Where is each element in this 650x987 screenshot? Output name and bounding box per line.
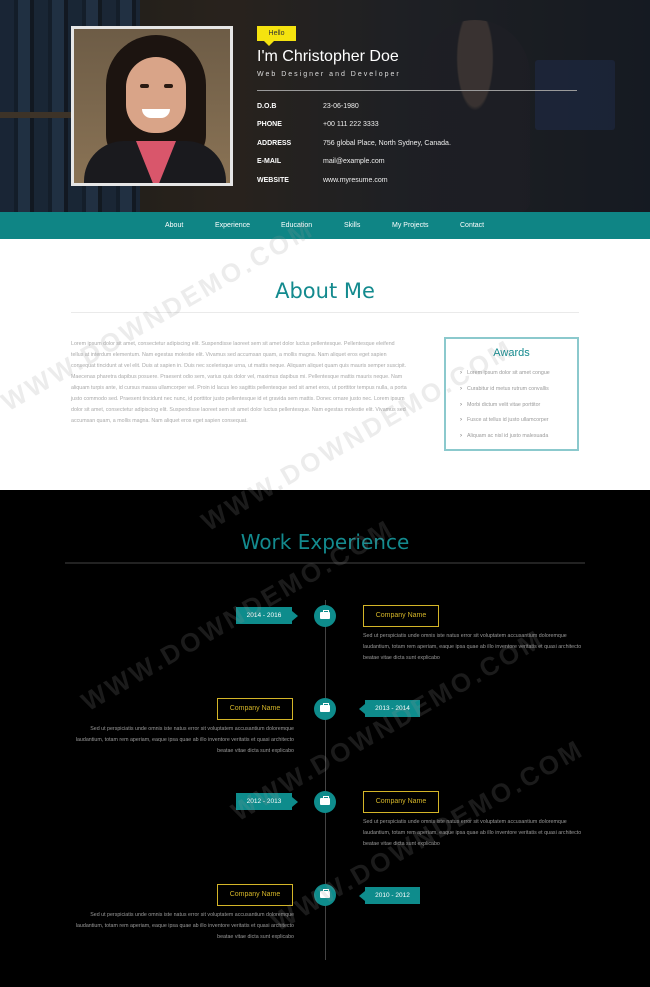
info-value: +00 111 222 3333 [323,121,379,128]
award-item: › Curabitur id metus rutrum convallis [460,386,549,392]
company-name: Company Name [363,791,439,813]
awards-title: Awards [493,347,530,359]
chevron-right-icon: › [460,370,462,376]
date-tag: 2012 - 2013 [236,793,298,810]
info-value: 756 global Place, North Sydney, Canada. [323,140,451,147]
award-item: › Aliquam ac nisl id justo malesuada [460,433,549,439]
info-label: E-MAIL [257,158,282,165]
section-title: Work Experience [240,530,410,554]
hero-header: Hello I'm Christopher Doe Web Designer a… [0,0,650,212]
profile-photo [71,26,233,186]
job-description: Sed ut perspiciatis unde omnis iste natu… [75,726,294,754]
info-row-website: WEBSITE www.myresume.com [257,177,587,189]
date-tag: 2013 - 2014 [359,700,420,717]
job-description: Sed ut perspiciatis unde omnis iste natu… [363,819,582,847]
company-name: Company Name [217,884,293,906]
info-label: D.O.B [257,103,277,110]
timeline-node [314,791,336,813]
nav-item-about[interactable]: About [165,212,183,239]
company-name: Company Name [363,605,439,627]
work-experience-section: Work Experience 2014 - 2016 Company Name… [0,490,650,987]
info-value: 23-06-1980 [323,103,359,110]
main-nav: About Experience Education Skills My Pro… [0,212,650,239]
briefcase-icon [320,703,330,712]
chevron-right-icon: › [460,417,462,423]
chevron-right-icon: › [460,433,462,439]
section-title: About Me [275,279,375,303]
info-value[interactable]: www.myresume.com [323,177,388,184]
award-item: › Fusce at tellus id justo ullamcorper [460,417,549,423]
profile-name: I'm Christopher Doe [257,48,399,65]
job-description: Sed ut perspiciatis unde omnis iste natu… [75,912,294,940]
nav-item-contact[interactable]: Contact [460,212,484,239]
info-label: WEBSITE [257,177,289,184]
nav-item-experience[interactable]: Experience [215,212,250,239]
timeline-node [314,698,336,720]
info-label: PHONE [257,121,282,128]
date-tag: 2014 - 2016 [236,607,298,624]
company-name: Company Name [217,698,293,720]
briefcase-icon [320,889,330,898]
info-row-email: E-MAIL mail@example.com [257,158,587,170]
award-item: › Morbi dictum velit vitae porttitor [460,402,541,408]
divider [257,90,577,91]
info-label: ADDRESS [257,140,292,147]
about-paragraph: Lorem ipsum dolor sit amet, consectetur … [71,341,407,424]
timeline-axis [325,600,326,960]
job-description: Sed ut perspiciatis unde omnis iste natu… [363,633,582,661]
briefcase-icon [320,796,330,805]
chevron-right-icon: › [460,386,462,392]
awards-box: Awards › Lorem ipsum dolor sit amet congu… [444,337,579,451]
nav-item-skills[interactable]: Skills [344,212,360,239]
divider [65,562,585,564]
chevron-right-icon: › [460,402,462,408]
date-tag: 2010 - 2012 [359,887,420,904]
timeline-node [314,605,336,627]
info-row-dob: D.O.B 23-06-1980 [257,103,587,115]
hello-badge: Hello [257,26,296,46]
nav-item-education[interactable]: Education [281,212,312,239]
briefcase-icon [320,610,330,619]
info-row-phone: PHONE +00 111 222 3333 [257,121,587,133]
divider [71,312,579,313]
nav-item-projects[interactable]: My Projects [392,212,429,239]
about-section: About Me Lorem ipsum dolor sit amet, con… [0,239,650,490]
profile-role: Web Designer and Developer [257,71,401,78]
timeline-node [314,884,336,906]
info-row-address: ADDRESS 756 global Place, North Sydney, … [257,140,587,152]
info-value[interactable]: mail@example.com [323,158,385,165]
award-item: › Lorem ipsum dolor sit amet congue [460,370,550,376]
